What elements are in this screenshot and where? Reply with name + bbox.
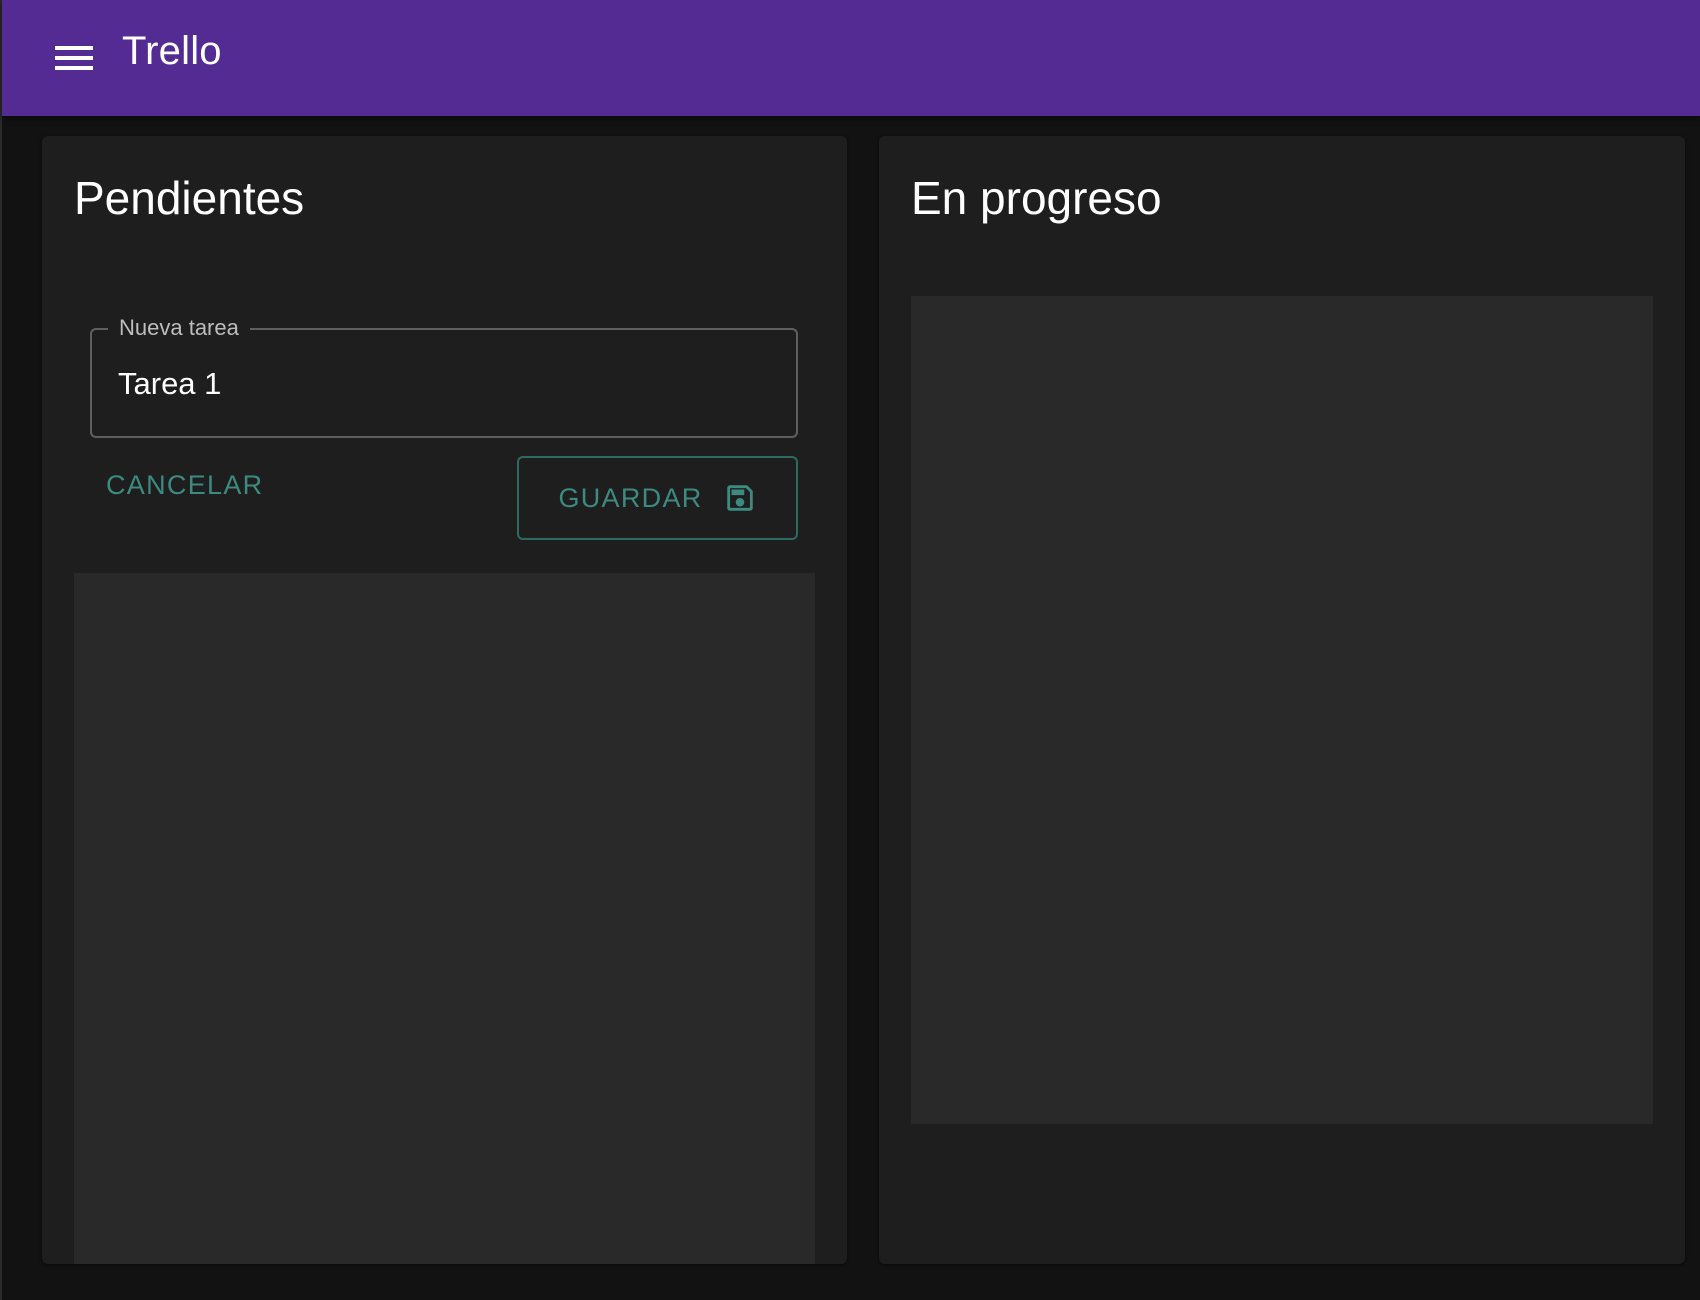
menu-button[interactable] (42, 30, 106, 86)
column-pendientes: Pendientes Nueva tarea CANCELAR GUARDAR (42, 136, 847, 1264)
app-title: Trello (122, 29, 222, 73)
task-list-en-progreso[interactable] (911, 296, 1653, 1124)
menu-icon (55, 44, 93, 72)
column-en-progreso: En progreso (879, 136, 1685, 1264)
new-task-field[interactable]: Nueva tarea (90, 314, 798, 438)
save-button-label: GUARDAR (558, 482, 703, 513)
column-title: Pendientes (74, 172, 305, 224)
app-bar: Trello (2, 0, 1700, 116)
new-task-input[interactable] (118, 364, 758, 404)
save-icon (723, 481, 757, 515)
cancel-button[interactable]: CANCELAR (90, 456, 270, 514)
new-task-label: Nueva tarea (108, 314, 250, 342)
save-button[interactable]: GUARDAR (517, 456, 798, 540)
column-title: En progreso (911, 172, 1162, 224)
page: Trello Pendientes Nueva tarea CANCELAR G… (0, 0, 1700, 1300)
task-list-pendientes[interactable] (74, 573, 815, 1264)
